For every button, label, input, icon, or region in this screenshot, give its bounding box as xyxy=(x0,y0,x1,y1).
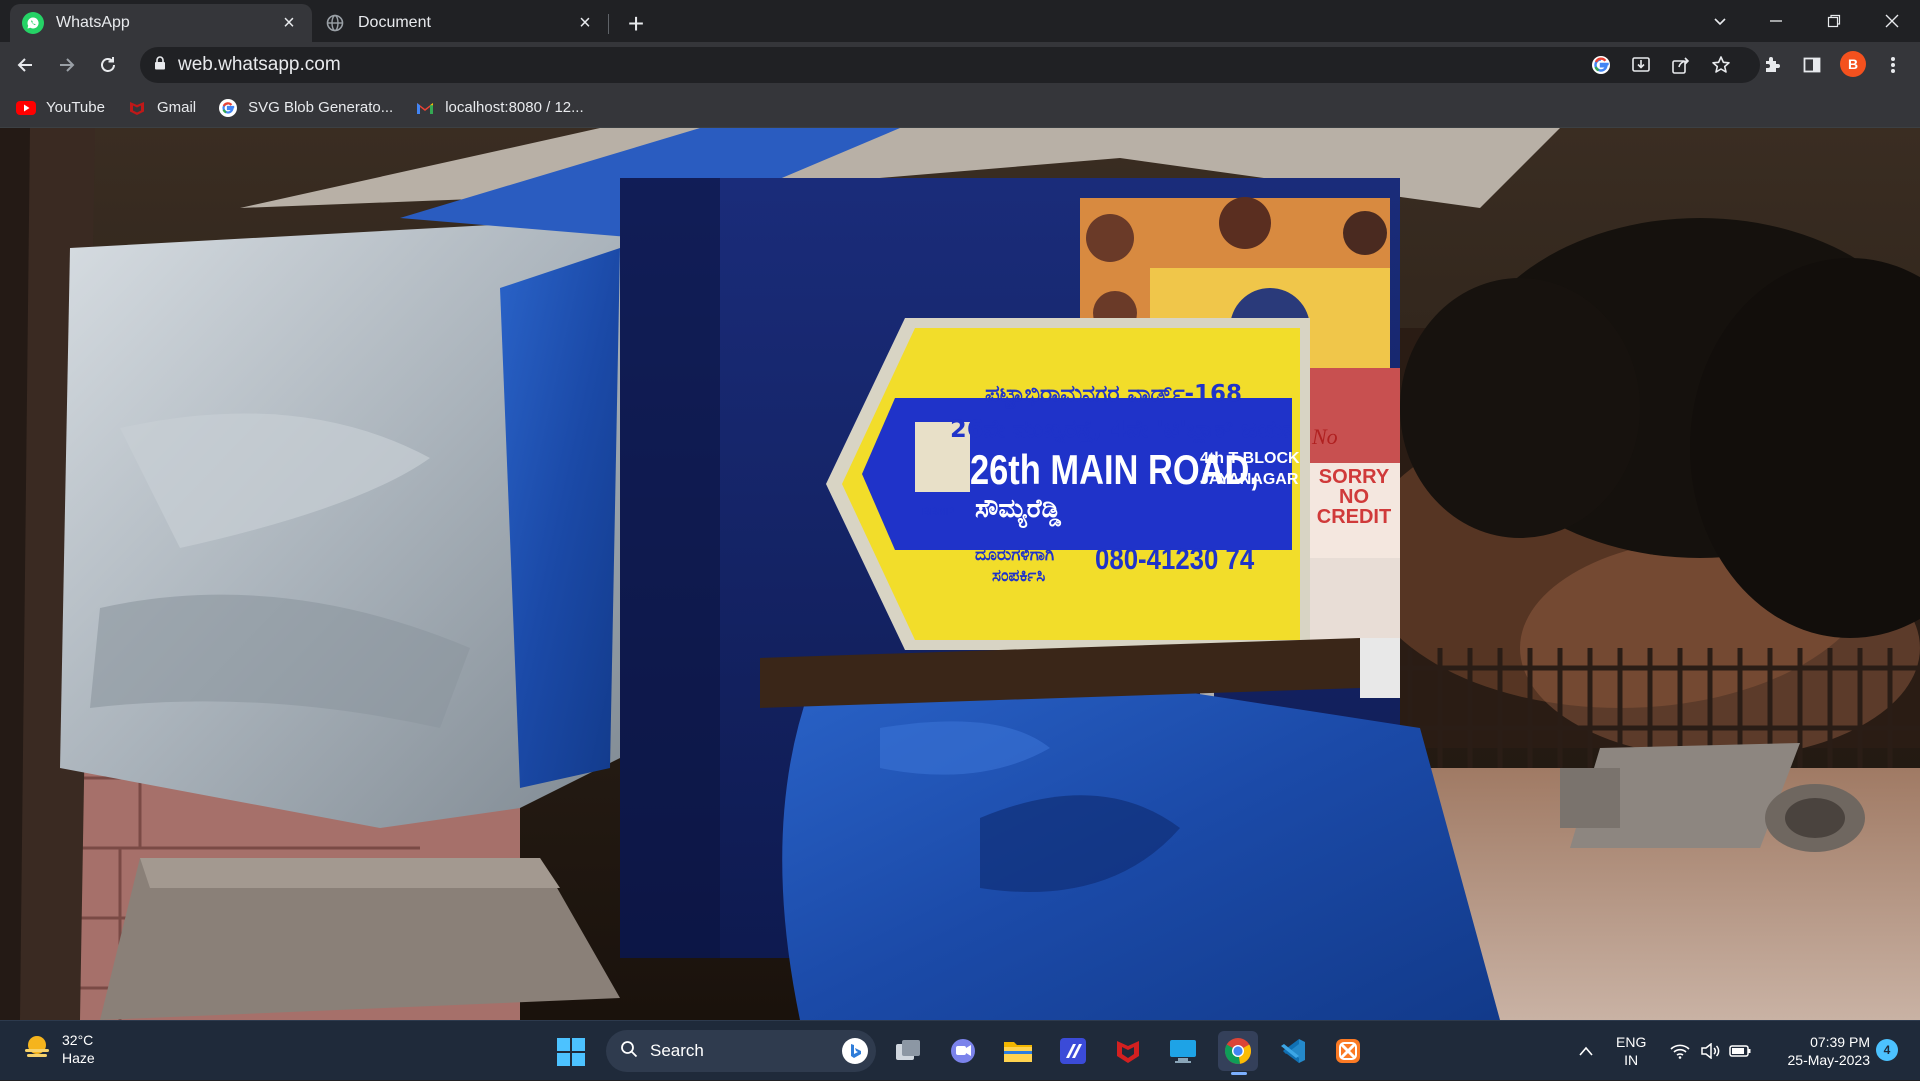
mcafee-icon xyxy=(127,98,147,118)
street-sign-photo xyxy=(0,128,1920,1020)
bookmark-label: SVG Blob Generato... xyxy=(248,99,394,116)
haze-sun-icon xyxy=(22,1032,52,1067)
sign-kannada-name: ಸೌಮ್ಯರೆಡ್ಡಿ xyxy=(975,494,1061,524)
system-clock[interactable]: 07:39 PM 25-May-2023 xyxy=(1766,1033,1871,1069)
volume-icon[interactable] xyxy=(1698,1021,1722,1081)
close-window-button[interactable] xyxy=(1864,0,1920,42)
lang-line1: ENG xyxy=(1616,1034,1647,1050)
language-indicator[interactable]: ENG IN xyxy=(1616,1033,1646,1069)
search-icon xyxy=(620,1040,638,1063)
bing-icon[interactable] xyxy=(842,1038,868,1064)
profile-avatar[interactable]: B xyxy=(1840,51,1866,77)
weather-temp: 32°C xyxy=(62,1032,94,1048)
chrome-taskbar-icon[interactable] xyxy=(1218,1031,1258,1071)
whatsapp-media-viewer: ಪಟ್ಟಾಭಿರಾಮನಗರ ವಾರ್ಡ್-168 26ನೇ ಮುಖ್ಯರಸ್ತೆ… xyxy=(0,128,1920,1020)
close-tab-icon[interactable]: × xyxy=(278,12,300,34)
clock-time: 07:39 PM xyxy=(1810,1034,1870,1050)
bookmark-localhost[interactable]: localhost:8080 / 12... xyxy=(415,98,584,118)
sign-bbmp-logo-text: BBMP xyxy=(922,506,955,518)
notice-no-small: No xyxy=(1312,424,1338,449)
weather-widget[interactable]: 32°C Haze xyxy=(22,1031,95,1067)
bookmark-youtube[interactable]: YouTube xyxy=(16,98,105,118)
mcafee-taskbar-icon[interactable] xyxy=(1108,1031,1148,1071)
tab-title: Document xyxy=(358,14,431,31)
bookmark-label: localhost:8080 / 12... xyxy=(445,99,584,116)
bookmarks-bar: YouTube Gmail SVG Blob Generato... local… xyxy=(0,88,1920,128)
tab-strip: WhatsApp × Document × + xyxy=(0,0,1920,42)
sign-kannada-road: 26ನೇ ಮುಖ್ಯರಸ್ತೆ, 4ನೇ 'ಟಿ'ಬ್ಲಾಕ್ ಜಯನಗರ xyxy=(950,415,1290,443)
reload-button[interactable] xyxy=(92,49,124,81)
vscode-icon[interactable] xyxy=(1273,1031,1313,1071)
side-panel-icon[interactable] xyxy=(1795,48,1829,82)
bookmark-star-icon[interactable] xyxy=(1704,48,1738,82)
taskbar-search[interactable]: Search xyxy=(606,1030,876,1072)
new-tab-button[interactable]: + xyxy=(620,8,652,40)
google-icon xyxy=(218,98,238,118)
clock-date: 25-May-2023 xyxy=(1787,1052,1871,1068)
sign-kannada-ward: ಪಟ್ಟಾಭಿರಾಮನಗರ ವಾರ್ಡ್-168 xyxy=(985,381,1243,407)
browser-toolbar: web.whatsapp.com xyxy=(0,42,1920,88)
show-hidden-icons[interactable] xyxy=(1574,1021,1598,1081)
address-bar[interactable]: web.whatsapp.com xyxy=(140,47,1760,83)
sign-contact-kannada-1: ದೂರುಗಳಿಗಾಗಿ xyxy=(975,545,1055,565)
youtube-icon xyxy=(16,98,36,118)
google-lens-icon[interactable] xyxy=(1584,48,1618,82)
lang-line2: IN xyxy=(1624,1052,1639,1068)
close-tab-icon[interactable]: × xyxy=(574,12,596,34)
notice-credit: CREDIT xyxy=(1316,506,1392,528)
globe-icon xyxy=(324,12,346,34)
bookmark-label: YouTube xyxy=(46,99,105,116)
tab-document[interactable]: Document × xyxy=(312,4,608,42)
tab-divider xyxy=(608,14,609,34)
wifi-icon[interactable] xyxy=(1668,1021,1692,1081)
bookmark-svg-blob[interactable]: SVG Blob Generato... xyxy=(218,98,393,118)
notification-badge[interactable]: 4 xyxy=(1876,1039,1898,1061)
vscode-insiders-icon[interactable] xyxy=(1053,1031,1093,1071)
bookmark-gmail[interactable]: Gmail xyxy=(127,98,196,118)
minimize-button[interactable] xyxy=(1748,0,1804,42)
bookmark-label: Gmail xyxy=(156,99,197,116)
share-icon[interactable] xyxy=(1664,48,1698,82)
battery-icon[interactable] xyxy=(1728,1021,1752,1081)
tab-title: WhatsApp xyxy=(56,14,130,31)
restore-button[interactable] xyxy=(1806,0,1862,42)
sign-contact-kannada-2: ಸಂಪರ್ಕಿಸಿ xyxy=(992,566,1046,586)
sign-phone-number: 080-41230 74 xyxy=(1095,543,1255,576)
lock-icon[interactable] xyxy=(154,55,166,75)
sign-area: JAYANAGAR xyxy=(1200,471,1299,488)
remote-desktop-icon[interactable] xyxy=(1163,1031,1203,1071)
forward-button[interactable] xyxy=(50,49,82,81)
start-button[interactable] xyxy=(556,1037,586,1072)
search-label: Search xyxy=(650,1041,704,1060)
windows-taskbar: 32°C Haze Search ENG IN 07:39 PM 25-May-… xyxy=(0,1020,1920,1080)
gmail-icon xyxy=(415,98,435,118)
url-text: web.whatsapp.com xyxy=(178,54,341,75)
active-app-indicator xyxy=(1231,1072,1247,1075)
teams-chat-icon[interactable] xyxy=(943,1031,983,1071)
tab-search-button[interactable] xyxy=(1692,0,1748,42)
menu-kebab-icon[interactable] xyxy=(1876,48,1910,82)
sign-block: 4th T BLOCK xyxy=(1200,450,1300,467)
windows-icon xyxy=(557,1038,585,1066)
install-app-icon[interactable] xyxy=(1624,48,1658,82)
weather-condition: Haze xyxy=(62,1050,95,1066)
whatsapp-icon xyxy=(22,12,44,34)
tab-whatsapp[interactable]: WhatsApp × xyxy=(10,4,312,42)
extensions-icon[interactable] xyxy=(1755,48,1789,82)
xampp-icon[interactable] xyxy=(1328,1031,1368,1071)
task-view-icon[interactable] xyxy=(888,1031,928,1071)
file-explorer-icon[interactable] xyxy=(998,1031,1038,1071)
back-button[interactable] xyxy=(10,49,42,81)
